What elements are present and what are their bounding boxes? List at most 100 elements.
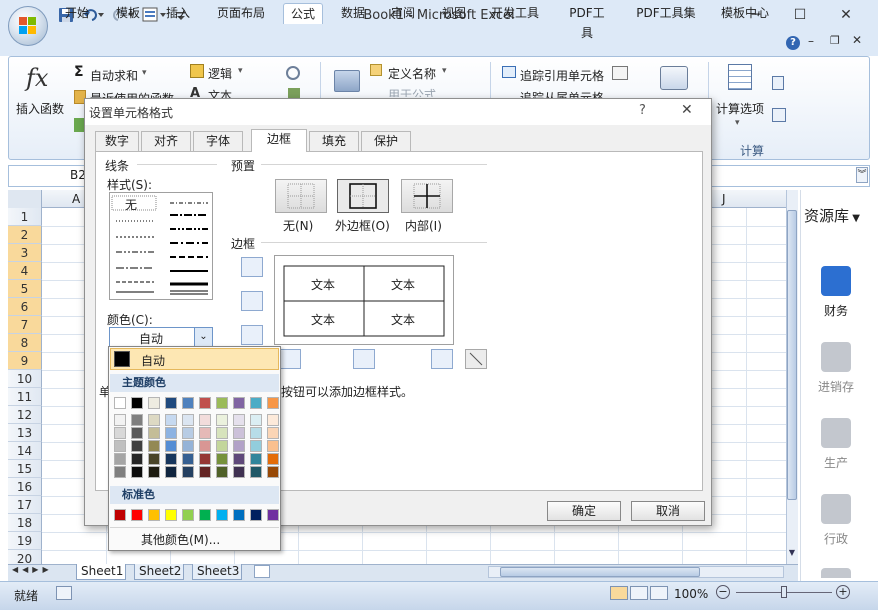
tab-fill[interactable]: 填充 xyxy=(309,131,359,151)
column-header-j[interactable]: J xyxy=(722,192,726,206)
close-button[interactable]: ✕ xyxy=(824,4,868,26)
zoom-level[interactable]: 100% xyxy=(674,587,708,601)
theme-color-swatch[interactable] xyxy=(165,397,177,409)
theme-shade-swatch[interactable] xyxy=(267,414,279,426)
watch-window-icon[interactable] xyxy=(660,66,688,90)
select-all-corner[interactable] xyxy=(8,190,42,208)
standard-color-swatch[interactable] xyxy=(250,509,262,521)
tab-review[interactable]: 审阅 xyxy=(383,3,423,24)
theme-shade-swatch[interactable] xyxy=(165,440,177,452)
theme-shade-swatch[interactable] xyxy=(233,440,245,452)
theme-shade-swatch[interactable] xyxy=(114,427,126,439)
resource-item-finance[interactable]: 财务 xyxy=(800,266,872,319)
theme-color-swatch[interactable] xyxy=(148,397,160,409)
border-right-button[interactable] xyxy=(431,349,453,369)
theme-shade-swatch[interactable] xyxy=(216,440,228,452)
row-header-16[interactable]: 16 xyxy=(8,478,42,496)
border-middle-button[interactable] xyxy=(241,291,263,311)
theme-shade-swatch[interactable] xyxy=(250,414,262,426)
ribbon-close-icon[interactable]: ✕ xyxy=(852,33,862,47)
theme-shade-swatch[interactable] xyxy=(199,453,211,465)
trace-precedents-button[interactable]: 追踪引用单元格 xyxy=(520,67,604,84)
ok-button[interactable]: 确定 xyxy=(547,501,621,521)
standard-color-swatch[interactable] xyxy=(199,509,211,521)
tab-page-layout[interactable]: 页面布局 xyxy=(210,3,272,24)
resource-item-production[interactable]: 生产 xyxy=(800,418,872,471)
row-header-17[interactable]: 17 xyxy=(8,496,42,514)
theme-shade-swatch[interactable] xyxy=(114,466,126,478)
tab-protection[interactable]: 保护 xyxy=(361,131,411,151)
theme-shade-swatch[interactable] xyxy=(216,466,228,478)
math-icon[interactable] xyxy=(288,88,300,98)
standard-color-swatch[interactable] xyxy=(182,509,194,521)
insert-sheet-icon[interactable] xyxy=(254,565,270,578)
theme-shade-swatch[interactable] xyxy=(216,427,228,439)
theme-color-swatch[interactable] xyxy=(182,397,194,409)
row-header-10[interactable]: 10 xyxy=(8,370,42,388)
row-header-14[interactable]: 14 xyxy=(8,442,42,460)
tab-template-center[interactable]: 模板中心 xyxy=(714,3,776,24)
standard-color-swatch[interactable] xyxy=(233,509,245,521)
preset-inside-button[interactable] xyxy=(401,179,453,213)
theme-shade-swatch[interactable] xyxy=(131,466,143,478)
theme-shade-swatch[interactable] xyxy=(233,466,245,478)
theme-shade-swatch[interactable] xyxy=(216,453,228,465)
office-button[interactable] xyxy=(8,6,48,46)
expand-formula-bar-icon[interactable]: ︾ xyxy=(856,167,868,183)
tab-formulas[interactable]: 公式 xyxy=(283,3,323,24)
standard-color-swatch[interactable] xyxy=(216,509,228,521)
column-header-a[interactable]: A xyxy=(72,192,80,206)
resource-item-partial[interactable] xyxy=(821,568,851,578)
horizontal-scroll-thumb[interactable] xyxy=(500,567,700,577)
ribbon-restore-icon[interactable]: ❐ xyxy=(830,34,840,47)
standard-color-swatch[interactable] xyxy=(267,509,279,521)
theme-shade-swatch[interactable] xyxy=(199,414,211,426)
resource-item-inventory[interactable]: 进销存 xyxy=(800,342,872,395)
theme-shade-swatch[interactable] xyxy=(199,427,211,439)
insert-function-icon[interactable]: fx xyxy=(26,64,48,92)
name-manager-icon[interactable] xyxy=(334,70,360,92)
theme-shade-swatch[interactable] xyxy=(165,427,177,439)
theme-shade-swatch[interactable] xyxy=(182,453,194,465)
border-left-button[interactable] xyxy=(279,349,301,369)
tab-pdf-tools[interactable]: PDF工具 xyxy=(558,3,616,40)
tab-home[interactable]: 开始 xyxy=(58,3,96,24)
border-top-button[interactable] xyxy=(241,257,263,277)
calculate-sheet-icon[interactable] xyxy=(772,108,786,122)
ribbon-minimize-icon[interactable]: – xyxy=(808,34,814,48)
tab-insert[interactable]: 插入 xyxy=(158,3,198,24)
page-layout-view-icon[interactable] xyxy=(630,586,648,600)
theme-color-swatch[interactable] xyxy=(233,397,245,409)
theme-shade-swatch[interactable] xyxy=(114,414,126,426)
cancel-button[interactable]: 取消 xyxy=(631,501,705,521)
theme-shade-swatch[interactable] xyxy=(131,414,143,426)
resource-panel-title[interactable]: 资源库 ▼ xyxy=(804,205,860,226)
row-header-15[interactable]: 15 xyxy=(8,460,42,478)
help-icon[interactable]: ? xyxy=(786,36,800,50)
theme-shade-swatch[interactable] xyxy=(148,414,160,426)
tab-border[interactable]: 边框 xyxy=(251,129,307,152)
logic-button[interactable]: 逻辑 xyxy=(208,65,232,82)
sheet-tab-3[interactable]: Sheet3 xyxy=(192,564,242,580)
standard-color-swatch[interactable] xyxy=(165,509,177,521)
theme-shade-swatch[interactable] xyxy=(165,453,177,465)
theme-color-swatch[interactable] xyxy=(199,397,211,409)
theme-shade-swatch[interactable] xyxy=(114,440,126,452)
macro-record-icon[interactable] xyxy=(56,586,72,600)
sheet-tab-2[interactable]: Sheet2 xyxy=(134,564,184,580)
theme-shade-swatch[interactable] xyxy=(182,414,194,426)
theme-color-swatch[interactable] xyxy=(250,397,262,409)
preset-outline-button[interactable] xyxy=(337,179,389,213)
row-header-8[interactable]: 8 xyxy=(8,334,42,352)
theme-shade-swatch[interactable] xyxy=(131,440,143,452)
theme-shade-swatch[interactable] xyxy=(199,466,211,478)
theme-shade-swatch[interactable] xyxy=(131,453,143,465)
theme-shade-swatch[interactable] xyxy=(250,427,262,439)
row-header-18[interactable]: 18 xyxy=(8,514,42,532)
zoom-in-icon[interactable]: + xyxy=(836,585,850,599)
resource-item-admin[interactable]: 行政 xyxy=(800,494,872,547)
theme-shade-swatch[interactable] xyxy=(182,440,194,452)
sheet-nav-icon[interactable]: ◀◀▶▶ xyxy=(12,565,53,574)
theme-shade-swatch[interactable] xyxy=(250,440,262,452)
row-header-1[interactable]: 1 xyxy=(8,208,42,226)
